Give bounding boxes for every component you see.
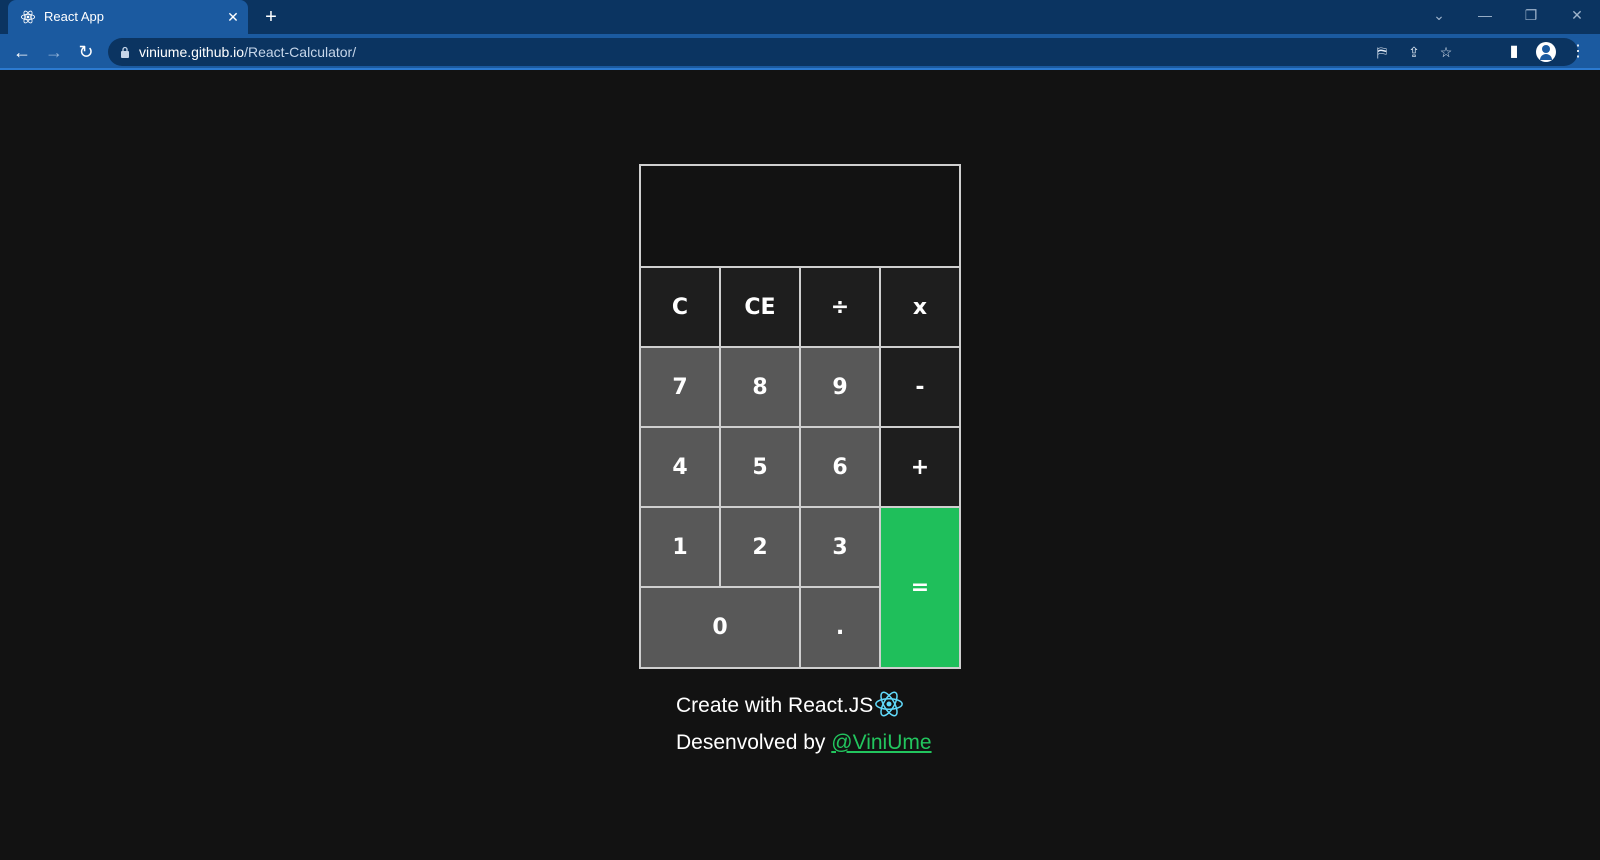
key-clear-entry[interactable]: CE: [721, 268, 801, 348]
side-panel-icon[interactable]: ▮: [1502, 40, 1526, 64]
url-path: /React-Calculator/: [244, 44, 357, 60]
footer-credit-line: Create with React.JS: [676, 694, 874, 717]
key-subtract[interactable]: -: [881, 348, 959, 428]
close-window-button[interactable]: ✕: [1564, 4, 1590, 26]
minimize-button[interactable]: —: [1472, 4, 1498, 26]
back-button[interactable]: ←: [10, 40, 34, 64]
key-8[interactable]: 8: [721, 348, 801, 428]
key-multiply[interactable]: x: [881, 268, 959, 348]
react-logo-icon: [875, 691, 903, 717]
menu-icon[interactable]: ⋮: [1566, 40, 1590, 64]
key-divide[interactable]: ÷: [801, 268, 881, 348]
react-logo-icon: [20, 10, 36, 24]
tab-title: React App: [44, 9, 104, 24]
key-5[interactable]: 5: [721, 428, 801, 508]
author-prefix: Desenvolved by: [676, 731, 832, 754]
key-decimal[interactable]: .: [801, 588, 881, 667]
key-7[interactable]: 7: [641, 348, 721, 428]
tab-close-icon[interactable]: ✕: [224, 8, 242, 26]
key-2[interactable]: 2: [721, 508, 801, 588]
lock-icon: [121, 46, 129, 58]
profile-avatar-icon[interactable]: [1536, 42, 1556, 62]
forward-button[interactable]: →: [42, 40, 66, 64]
translate-icon[interactable]: ⛿: [1372, 42, 1392, 62]
browser-toolbar: ← → ↻ viniume.github.io/React-Calculator…: [0, 34, 1600, 70]
key-4[interactable]: 4: [641, 428, 721, 508]
tab-strip: React App ✕ + ⌄ — ❐ ✕: [0, 0, 1600, 34]
url-text: viniume.github.io/React-Calculator/: [139, 44, 356, 60]
reload-button[interactable]: ↻: [74, 40, 98, 64]
address-bar[interactable]: viniume.github.io/React-Calculator/ ⛿ ⇪ …: [108, 38, 1578, 66]
key-add[interactable]: +: [881, 428, 959, 508]
restore-button[interactable]: ❐: [1518, 4, 1544, 26]
tab-react-app[interactable]: React App ✕: [8, 0, 248, 34]
key-clear[interactable]: C: [641, 268, 721, 348]
calculator: C CE ÷ x 7 8 9 - 4 5 6 + 1 2 3 = 0 .: [639, 164, 961, 669]
author-link[interactable]: @ViniUme: [831, 731, 931, 754]
key-9[interactable]: 9: [801, 348, 881, 428]
key-3[interactable]: 3: [801, 508, 881, 588]
key-0[interactable]: 0: [641, 588, 801, 667]
bookmark-star-icon[interactable]: ☆: [1436, 42, 1456, 62]
key-1[interactable]: 1: [641, 508, 721, 588]
url-domain: viniume.github.io: [139, 44, 245, 60]
key-equals[interactable]: =: [881, 508, 959, 667]
key-6[interactable]: 6: [801, 428, 881, 508]
share-icon[interactable]: ⇪: [1404, 42, 1424, 62]
new-tab-button[interactable]: +: [260, 6, 282, 28]
footer-author-line: Desenvolved by @ViniUme: [676, 731, 932, 755]
calculator-display: [641, 166, 959, 268]
tab-search-icon[interactable]: ⌄: [1426, 4, 1452, 26]
